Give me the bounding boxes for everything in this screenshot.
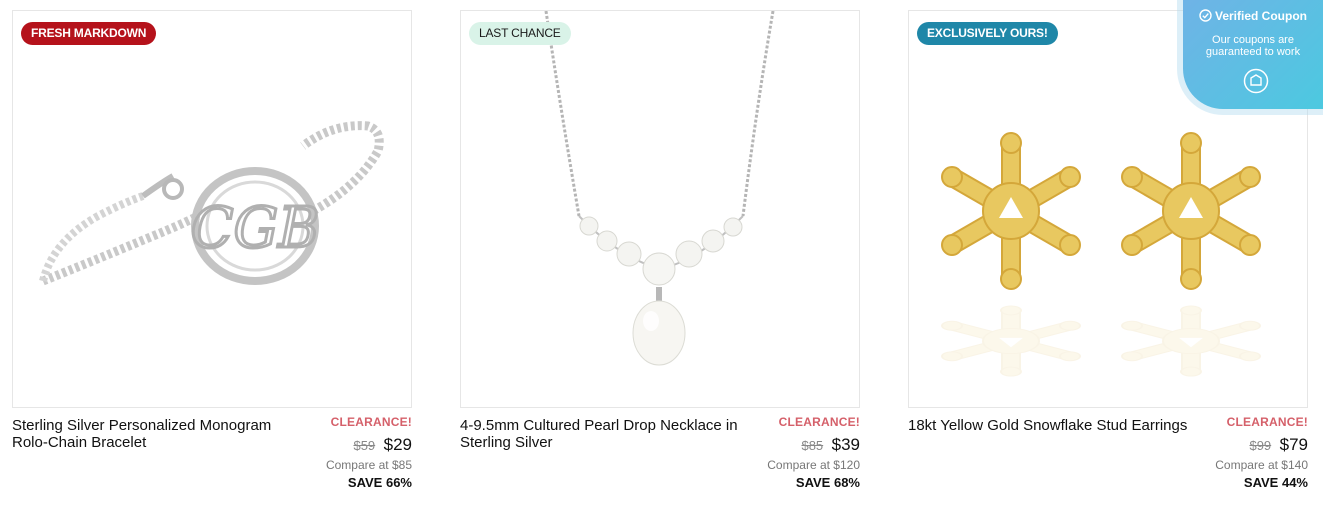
bracelet-image: CGB xyxy=(39,121,384,286)
sale-price: $29 xyxy=(383,435,412,454)
check-circle-icon xyxy=(1199,9,1212,22)
clearance-label: CLEARANCE! xyxy=(1226,415,1308,429)
price-line: $99 $79 xyxy=(1215,435,1308,455)
coupon-title-row: Verified Coupon xyxy=(1183,9,1323,23)
necklace-image xyxy=(544,11,775,366)
price-block: CLEARANCE! $59 $29 Compare at $85 SAVE 6… xyxy=(326,415,412,490)
old-price: $59 xyxy=(353,438,376,453)
compare-price: Compare at $85 xyxy=(325,458,412,472)
product-title[interactable]: 4-9.5mm Cultured Pearl Drop Necklace in … xyxy=(460,417,740,451)
product-image[interactable] xyxy=(460,10,860,408)
price-line: $85 $39 xyxy=(767,435,860,455)
product-card[interactable]: LAST CHANCE 4-9.5mm Cultured Pearl Drop … xyxy=(460,10,860,500)
product-image[interactable]: CGB xyxy=(12,10,412,408)
sale-price: $79 xyxy=(1279,435,1308,454)
price-block: CLEARANCE! $85 $39 Compare at $120 SAVE … xyxy=(767,415,860,490)
save-percent: SAVE 68% xyxy=(795,475,860,490)
compare-price: Compare at $140 xyxy=(1215,458,1308,472)
product-card[interactable]: CGB FRESH MARKDOWN Sterling Silver Perso… xyxy=(12,10,412,500)
verified-coupon-tab[interactable]: Verified Coupon Our coupons are guarante… xyxy=(1183,0,1323,109)
old-price: $99 xyxy=(1249,438,1272,453)
save-percent: SAVE 44% xyxy=(1243,475,1308,490)
status-badge: EXCLUSIVELY OURS! xyxy=(917,22,1058,45)
price-block: CLEARANCE! $99 $79 Compare at $140 SAVE … xyxy=(1215,415,1308,490)
status-badge: LAST CHANCE xyxy=(469,22,571,45)
clearance-label: CLEARANCE! xyxy=(330,415,412,429)
price-line: $59 $29 xyxy=(326,435,412,455)
save-percent: SAVE 66% xyxy=(347,475,412,490)
old-price: $85 xyxy=(801,438,824,453)
product-title[interactable]: Sterling Silver Personalized Monogram Ro… xyxy=(12,417,292,451)
product-title[interactable]: 18kt Yellow Gold Snowflake Stud Earrings xyxy=(908,417,1188,434)
status-badge: FRESH MARKDOWN xyxy=(21,22,157,45)
monogram-text: CGB xyxy=(191,196,320,261)
coupon-subtitle: Our coupons are guaranteed to work xyxy=(1205,34,1301,58)
compare-price: Compare at $120 xyxy=(767,458,860,472)
clearance-label: CLEARANCE! xyxy=(778,415,860,429)
coupon-title: Verified Coupon xyxy=(1214,9,1307,23)
coupon-shield-icon xyxy=(1243,68,1269,94)
sale-price: $39 xyxy=(831,435,860,454)
